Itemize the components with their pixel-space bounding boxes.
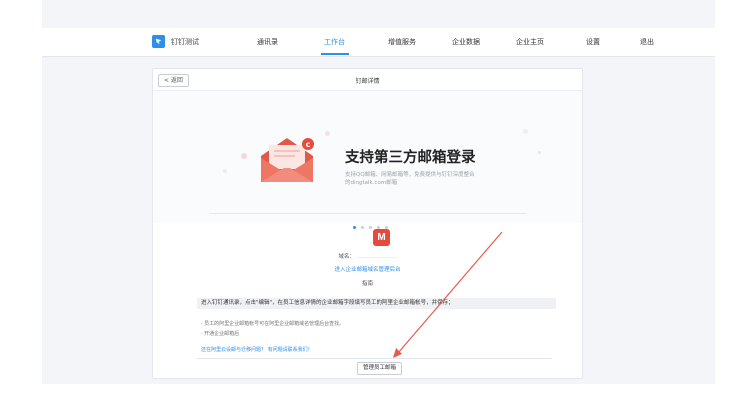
mail-logo-icon: M bbox=[373, 229, 390, 246]
feature-banner: c 支持第三方邮箱登录 支持QQ邮箱、网易邮箱等，免费提供与钉钉深度整合 的di… bbox=[153, 91, 582, 229]
banner-description-line2: 的dingtalk.com邮箱 bbox=[345, 180, 398, 186]
decoration-dot bbox=[538, 151, 541, 154]
main-nav: 通讯录 工作台 增值服务 企业数据 企业主页 设置 退出 bbox=[42, 28, 715, 56]
window-frame-left bbox=[0, 0, 42, 396]
carousel-dot-1[interactable] bbox=[353, 226, 356, 229]
nav-value-added-services[interactable]: 增值服务 bbox=[388, 37, 416, 47]
bottom-divider bbox=[197, 358, 552, 359]
decoration-dot bbox=[523, 129, 528, 134]
domain-label: 域名： bbox=[338, 254, 355, 260]
active-tab-indicator bbox=[321, 53, 349, 55]
manage-employee-mail-button[interactable]: 管理员工邮箱 bbox=[357, 362, 402, 375]
nav-logout[interactable]: 退出 bbox=[640, 37, 654, 47]
svg-text:c: c bbox=[306, 140, 311, 149]
nav-contacts[interactable]: 通讯录 bbox=[257, 37, 278, 47]
decoration-dot bbox=[241, 153, 247, 159]
note-2: · 开通企业邮箱后 bbox=[201, 331, 240, 337]
guide-label: 指南 bbox=[361, 281, 373, 287]
banner-description: 支持QQ邮箱、网易邮箱等，免费提供与钉钉深度整合 的dingtalk.com邮箱 bbox=[345, 171, 545, 187]
nav-workbench[interactable]: 工作台 bbox=[324, 37, 345, 47]
window-frame-right bbox=[715, 0, 737, 396]
nav-enterprise-homepage[interactable]: 企业主页 bbox=[516, 37, 544, 47]
envelope-icon: c bbox=[261, 138, 314, 182]
nav-settings[interactable]: 设置 bbox=[586, 37, 600, 47]
migration-help-link[interactable]: 还在阿里云设邮与迁移问题？ bbox=[201, 347, 266, 353]
decoration-dot bbox=[325, 131, 330, 136]
help-links: 还在阿里云设邮与迁移问题？ 有问题请联系我们！ bbox=[201, 346, 313, 353]
carousel-dot-2[interactable] bbox=[361, 226, 364, 229]
enter-domain-admin-link[interactable]: 进入企业邮箱域名管理后台 bbox=[153, 265, 582, 273]
domain-row: 域名： bbox=[153, 252, 582, 260]
top-navigation-bar: 钉钉测试 通讯录 工作台 增值服务 企业数据 企业主页 设置 退出 bbox=[42, 28, 715, 57]
window-frame-bottom bbox=[0, 384, 737, 396]
carousel-dot-3[interactable] bbox=[369, 226, 372, 229]
banner-description-line1: 支持QQ邮箱、网易邮箱等，免费提供与钉钉深度整合 bbox=[345, 172, 475, 178]
instruction-notice: 进入钉钉通讯录，点击"编辑"，在员工信息详情的企业邮箱字段填写员工的阿里企业邮箱… bbox=[197, 298, 556, 309]
page-title: 钉邮详情 bbox=[355, 78, 380, 85]
domain-value bbox=[356, 257, 397, 258]
nav-enterprise-data[interactable]: 企业数据 bbox=[452, 37, 480, 47]
banner-title: 支持第三方邮箱登录 bbox=[345, 150, 476, 166]
contact-us-link[interactable]: 有问题请联系我们！ bbox=[268, 347, 313, 353]
decoration-dot bbox=[223, 169, 227, 173]
note-1: · 员工的阿里企业邮箱帐号可在阿里企业邮箱域名管理后台查找。 bbox=[201, 321, 345, 327]
mail-detail-card: < 返回 钉邮详情 c 支持第三方邮箱登录 支持QQ邮箱、网易邮箱等，免费提供与… bbox=[152, 68, 583, 379]
section-divider bbox=[209, 213, 526, 214]
